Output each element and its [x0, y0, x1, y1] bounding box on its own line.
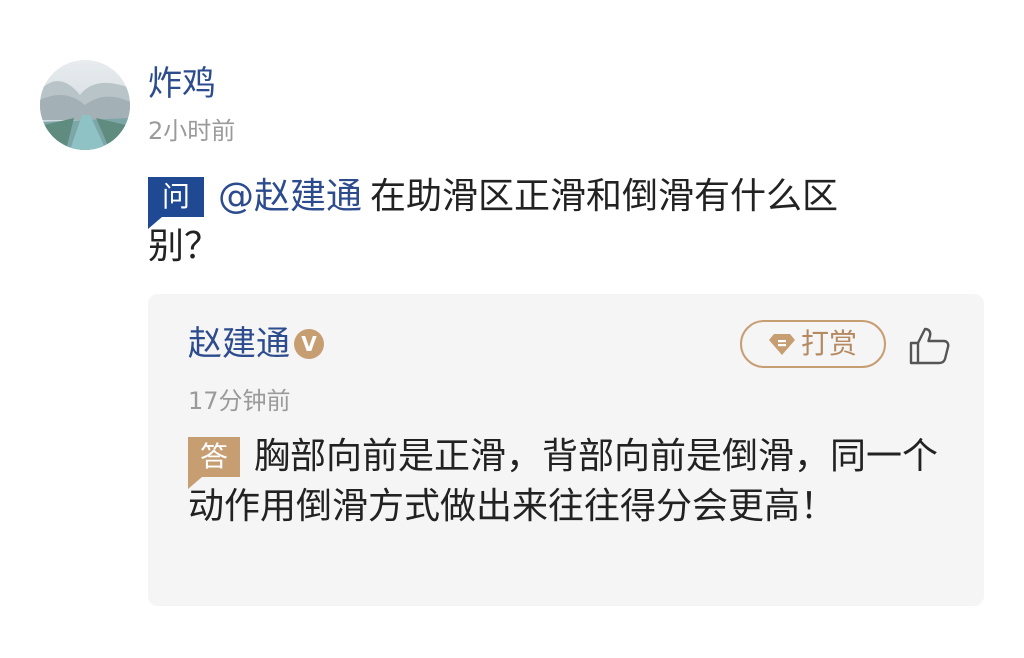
question-badge-label: 问 — [161, 180, 190, 213]
asker-name[interactable]: 炸鸡 — [148, 62, 216, 106]
answer-text: 胸部向前是正滑，背部向前是倒滑，同一个动作用倒滑方式做出来往往得分会更高！ — [188, 436, 939, 527]
answer-badge: 答 — [188, 437, 240, 489]
thumbs-up-icon — [909, 327, 950, 365]
qa-page: 炸鸡 2小时前 问 @赵建通 在助滑区正滑和倒滑有什么区别？ 赵建通 V 打赏 17… — [0, 0, 1024, 658]
avatar-image — [40, 60, 130, 150]
answer-badge-label: 答 — [199, 440, 228, 473]
answer-card: 赵建通 V 打赏 17分钟前 答胸部向前是正滑，背部向前是倒滑，同一个动作用倒滑… — [148, 294, 984, 606]
answerer-name[interactable]: 赵建通 — [188, 322, 290, 366]
reward-button[interactable]: 打赏 — [740, 320, 886, 368]
mention-link[interactable]: @赵建通 — [218, 176, 362, 217]
reward-label: 打赏 — [800, 327, 857, 360]
verified-badge-icon: V — [294, 329, 324, 359]
diamond-coin-icon — [768, 334, 795, 355]
answer-timestamp: 17分钟前 — [188, 387, 291, 415]
question-text-block: 问 @赵建通 在助滑区正滑和倒滑有什么区别？ — [148, 172, 908, 272]
asker-avatar[interactable] — [40, 60, 130, 150]
question-timestamp: 2小时前 — [148, 117, 236, 145]
answerer-row: 赵建通 V — [188, 322, 324, 366]
like-button[interactable] — [908, 326, 952, 366]
answer-text-block: 答胸部向前是正滑，背部向前是倒滑，同一个动作用倒滑方式做出来往往得分会更高！ — [188, 432, 968, 532]
question-badge: 问 — [148, 177, 204, 229]
